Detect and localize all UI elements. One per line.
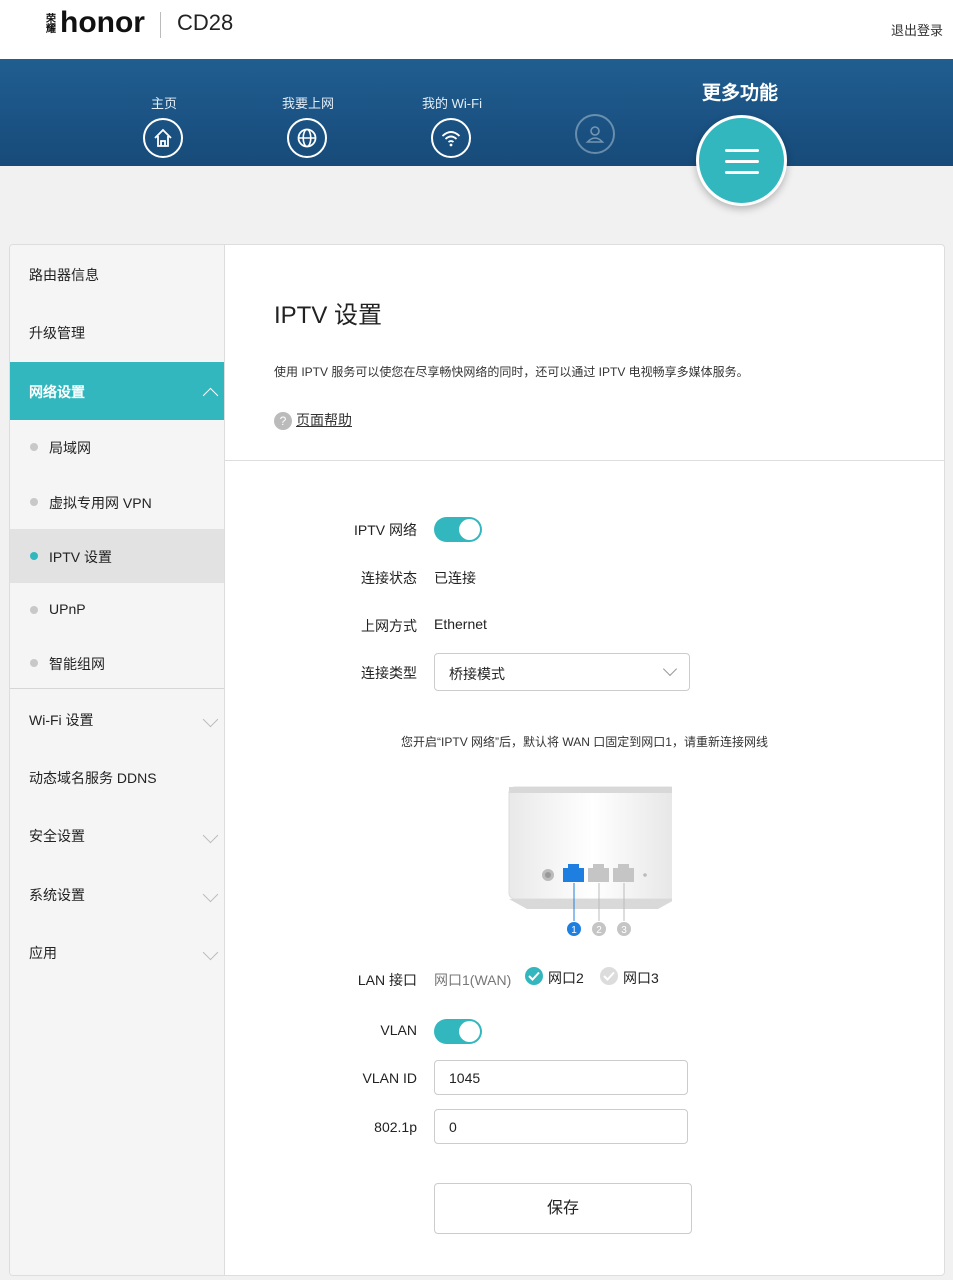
model-name: CD28 <box>177 10 234 35</box>
port-3-number: 3 <box>621 925 627 936</box>
connection-status-value: 已连接 <box>434 570 476 586</box>
chevron-down-icon <box>202 944 219 961</box>
sidebar-item-label: 路由器信息 <box>29 267 99 283</box>
vlan-id-input[interactable] <box>434 1060 688 1095</box>
sidebar-subitem-label: 局域网 <box>49 440 91 456</box>
content-divider <box>225 460 944 461</box>
nav-wifi-label: 我的 Wi-Fi <box>422 96 482 111</box>
sidebar-item-ddns[interactable]: 动态域名服务 DDNS <box>10 748 224 806</box>
nav-more-label: 更多功能 <box>701 83 778 104</box>
vlan-toggle[interactable] <box>434 1019 482 1044</box>
page-help-link[interactable]: ? 页面帮助 <box>274 410 352 431</box>
sidebar-item-system[interactable]: 系统设置 <box>10 865 224 923</box>
connection-type-label: 连接类型 <box>361 665 417 681</box>
chevron-down-icon <box>202 886 219 903</box>
chevron-up-icon <box>202 387 219 404</box>
sidebar-subitem-iptv[interactable]: IPTV 设置 <box>10 529 224 583</box>
sidebar-subitem-label: 虚拟专用网 VPN <box>49 495 152 511</box>
logout-link[interactable]: 退出登录 <box>891 20 943 39</box>
content-panel: IPTV 设置 使用 IPTV 服务可以使您在尽享畅快网络的同时，还可以通过 I… <box>225 245 944 1275</box>
sidebar-item-router-info[interactable]: 路由器信息 <box>10 245 224 303</box>
sidebar-item-label: 应用 <box>29 945 57 961</box>
bullet-icon <box>30 443 38 451</box>
lan-port-label: LAN 接口 <box>357 972 417 988</box>
sidebar-subitem-lan[interactable]: 局域网 <box>10 420 224 474</box>
sidebar-item-label: 系统设置 <box>29 887 85 903</box>
vlan-id-label: VLAN ID <box>362 1070 417 1086</box>
connection-type-value: 桥接模式 <box>449 666 505 682</box>
help-icon: ? <box>274 412 292 431</box>
sidebar-subitem-upnp[interactable]: UPnP <box>10 583 224 637</box>
connection-type-select[interactable]: 桥接模式 <box>434 653 690 691</box>
globe-icon[interactable] <box>287 118 327 158</box>
page-description: 使用 IPTV 服务可以使您在尽享畅快网络的同时，还可以通过 IPTV 电视畅享… <box>274 365 749 379</box>
page-title: IPTV 设置 <box>274 302 383 329</box>
nav-home-label: 主页 <box>150 96 177 111</box>
port2-label[interactable]: 网口2 <box>548 968 584 988</box>
connection-status-label: 连接状态 <box>361 570 417 586</box>
user-icon[interactable] <box>575 114 615 154</box>
sidebar-item-label: 升级管理 <box>29 325 85 341</box>
sidebar: 路由器信息 升级管理 网络设置 局域网 虚拟专用网 VPN IPTV 设置 UP… <box>10 245 225 1275</box>
home-icon[interactable] <box>143 118 183 158</box>
port3-checkbox[interactable] <box>600 967 618 985</box>
access-mode-label: 上网方式 <box>361 618 417 634</box>
bullet-icon <box>30 659 38 667</box>
chevron-down-icon <box>202 827 219 844</box>
sidebar-subitem-label: IPTV 设置 <box>49 549 113 565</box>
port-2-number: 2 <box>596 925 602 936</box>
settings-card: 路由器信息 升级管理 网络设置 局域网 虚拟专用网 VPN IPTV 设置 UP… <box>9 244 945 1276</box>
iptv-network-label: IPTV 网络 <box>353 522 417 538</box>
port-1-number: 1 <box>571 925 577 936</box>
bullet-icon <box>30 498 38 506</box>
brand-logo: honor <box>60 6 145 39</box>
priority-8021p-label: 802.1p <box>374 1119 417 1135</box>
nav-internet-label: 我要上网 <box>281 96 334 111</box>
brand-small-logo: 荣耀 <box>46 14 56 35</box>
sidebar-item-label: Wi-Fi 设置 <box>29 712 94 728</box>
sidebar-item-network[interactable]: 网络设置 <box>10 362 224 420</box>
priority-8021p-input[interactable] <box>434 1109 688 1144</box>
sidebar-subitem-mesh[interactable]: 智能组网 <box>10 636 224 690</box>
sidebar-item-upgrade[interactable]: 升级管理 <box>10 303 224 361</box>
bullet-icon <box>30 552 38 560</box>
sidebar-item-security[interactable]: 安全设置 <box>10 806 224 864</box>
wifi-icon[interactable] <box>431 118 471 158</box>
top-bar: 荣耀 honor CD28 退出登录 <box>0 0 953 59</box>
sidebar-subitem-vpn[interactable]: 虚拟专用网 VPN <box>10 475 224 529</box>
sidebar-item-label: 动态域名服务 DDNS <box>29 770 157 786</box>
access-mode-value: Ethernet <box>434 616 487 632</box>
chevron-down-icon <box>662 661 678 677</box>
sidebar-item-wifi[interactable]: Wi-Fi 设置 <box>10 690 224 748</box>
bullet-icon <box>30 606 38 614</box>
iptv-network-toggle[interactable] <box>434 517 482 542</box>
chevron-down-icon <box>202 711 219 728</box>
wan-notice: 您开启“IPTV 网络”后，默认将 WAN 口固定到网口1，请重新连接网线 <box>401 735 768 749</box>
lan-wan-port: 网口1(WAN) <box>434 972 512 988</box>
logo-divider <box>160 12 161 38</box>
port3-label[interactable]: 网口3 <box>623 968 659 988</box>
vlan-label: VLAN <box>380 1022 417 1038</box>
sidebar-item-label: 安全设置 <box>29 828 85 844</box>
sidebar-subitem-label: 智能组网 <box>49 656 105 672</box>
sidebar-item-apps[interactable]: 应用 <box>10 923 224 981</box>
sidebar-item-label: 网络设置 <box>29 384 85 400</box>
sidebar-divider <box>10 688 224 689</box>
menu-icon[interactable] <box>696 115 787 206</box>
page-help-label: 页面帮助 <box>296 412 352 428</box>
save-button[interactable]: 保存 <box>434 1183 692 1234</box>
sidebar-subitem-label: UPnP <box>49 601 86 617</box>
port2-checkbox[interactable] <box>525 967 543 985</box>
router-illustration: 1 2 3 <box>497 783 677 948</box>
main-nav: 主页 我要上网 我的 Wi-Fi 更多功能 <box>0 59 953 166</box>
